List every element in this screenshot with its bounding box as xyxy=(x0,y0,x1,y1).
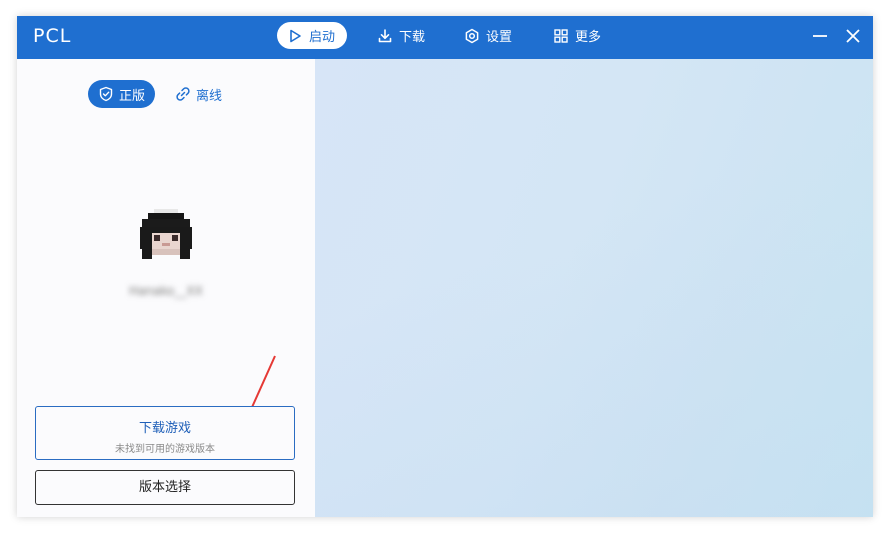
app-logo: PCL xyxy=(33,25,72,47)
nav-tab-launch-label: 启动 xyxy=(309,30,336,45)
mode-offline-button[interactable]: 离线 xyxy=(165,80,232,108)
link-icon xyxy=(175,86,191,102)
shield-check-icon xyxy=(98,86,114,102)
version-select-button[interactable]: 版本选择 xyxy=(35,470,295,505)
nav-tab-launch[interactable]: 启动 xyxy=(277,22,348,49)
grid-icon xyxy=(553,28,569,44)
nav-tab-download[interactable]: 下载 xyxy=(367,22,437,49)
username-label: Hanako__XX xyxy=(129,284,203,298)
version-select-label: 版本选择 xyxy=(138,480,191,495)
nav-tab-settings-label: 设置 xyxy=(486,30,513,45)
download-icon xyxy=(377,28,393,44)
minimize-button[interactable] xyxy=(810,26,830,46)
mode-offline-label: 离线 xyxy=(196,88,223,104)
background-area xyxy=(315,59,873,517)
nav-tab-more[interactable]: 更多 xyxy=(543,22,613,49)
nav-tab-more-label: 更多 xyxy=(575,30,602,45)
download-game-sublabel: 未找到可用的游戏版本 xyxy=(115,444,215,455)
nav-tab-settings[interactable]: 设置 xyxy=(454,22,524,49)
nav-tab-download-label: 下载 xyxy=(399,30,426,45)
play-icon xyxy=(287,28,303,44)
avatar[interactable] xyxy=(136,207,196,267)
title-bar: PCL 启动 下载 设置 更多 xyxy=(17,16,873,59)
minimize-icon xyxy=(810,26,830,46)
login-mode-toggle: 正版 离线 xyxy=(88,80,232,108)
launcher-window: PCL 启动 下载 设置 更多 正版 离线 Hanako__XX 下载游戏 未找… xyxy=(17,16,873,517)
close-button[interactable] xyxy=(843,26,863,46)
download-game-label: 下载游戏 xyxy=(138,421,191,436)
mode-online-button[interactable]: 正版 xyxy=(88,80,156,108)
mode-online-label: 正版 xyxy=(119,88,146,104)
download-game-button[interactable]: 下载游戏 未找到可用的游戏版本 xyxy=(35,406,295,460)
gear-icon xyxy=(464,28,480,44)
launch-sidebar: 正版 离线 Hanako__XX 下载游戏 未找到可用的游戏版本 版本选择 xyxy=(17,59,315,517)
close-icon xyxy=(843,26,863,46)
